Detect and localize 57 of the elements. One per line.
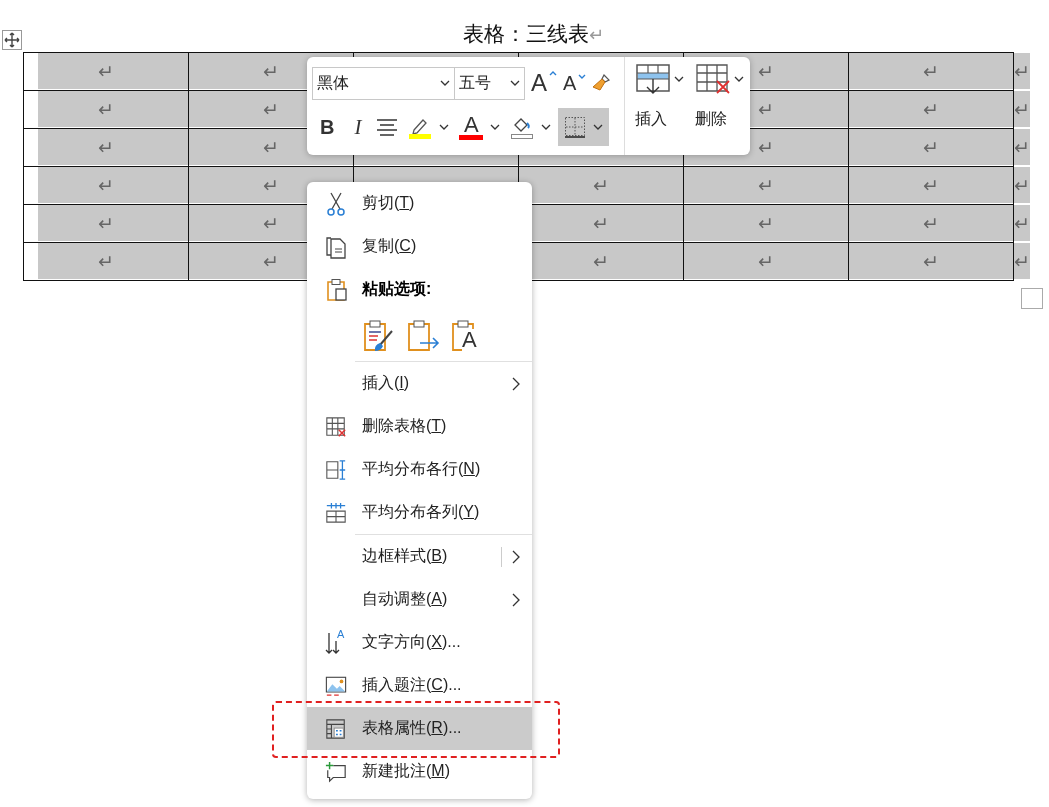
paste-keep-formatting-icon[interactable] (362, 319, 396, 353)
shrink-font-button[interactable]: A (559, 71, 587, 95)
caret-down-icon (578, 73, 587, 79)
menu-item[interactable]: 平均分布各行(N) (307, 448, 532, 491)
table-cell: ↵ (23, 166, 189, 205)
menu-item[interactable]: 插入(I) (307, 362, 532, 405)
table-cell: ↵ (23, 242, 189, 281)
insert-button[interactable]: 插入 (635, 63, 685, 155)
table-cell: ↵ (23, 52, 189, 91)
font-name-dropdown[interactable]: 黑体 (312, 66, 455, 100)
table-cell: ↵ (683, 204, 849, 243)
font-color-button[interactable]: A (456, 108, 504, 146)
table-cell: ↵ (848, 242, 1014, 281)
copy-icon (325, 234, 347, 259)
paste-merge-icon[interactable] (406, 319, 440, 353)
caret-icon (490, 124, 501, 130)
chevron-down-icon (510, 80, 520, 86)
table-cell: ↵ (518, 166, 684, 205)
table-cell: ↵ (848, 204, 1014, 243)
align-icon (376, 118, 399, 136)
caret-up-icon (549, 71, 557, 76)
distribute-rows-icon (325, 457, 347, 482)
menu-item[interactable]: A 文字方向(X)... (307, 621, 532, 664)
caret-icon (541, 124, 552, 130)
table-cell: ↵ (23, 90, 189, 129)
chevron-down-icon (440, 80, 450, 86)
paste-options-heading: 粘贴选项: (362, 279, 432, 299)
menu-item[interactable]: 新建批注(M) (307, 750, 532, 793)
table-cell: ↵ (848, 128, 1014, 167)
font-size-dropdown[interactable]: 五号 (454, 66, 525, 100)
borders-icon (564, 116, 587, 138)
scissors-icon (325, 191, 347, 216)
table-cell: ↵ (683, 242, 849, 281)
menu-item[interactable]: 边框样式(B) (307, 535, 532, 578)
new-comment-icon (325, 759, 347, 784)
menu-item[interactable]: 自动调整(A) (307, 578, 532, 621)
document-title: 表格：三线表↵ (462, 21, 605, 47)
table-properties-icon (325, 716, 347, 741)
clipboard-icon (326, 277, 348, 302)
grow-font-button[interactable]: A (527, 69, 557, 97)
table-cell: ↵ (23, 204, 189, 243)
table-cell: ↵ (23, 128, 189, 167)
table-resize-handle[interactable] (1021, 288, 1043, 309)
table-cell: ↵ (848, 90, 1014, 129)
table-cell: ↵ (848, 166, 1014, 205)
menu-item[interactable]: 删除表格(T) (307, 405, 532, 448)
table-move-handle-icon[interactable] (2, 30, 22, 50)
borders-button[interactable] (558, 108, 610, 146)
table-cell: ↵ (848, 52, 1014, 91)
caret-icon (439, 124, 450, 130)
table-cell: ↵ (683, 166, 849, 205)
menu-item[interactable]: 表格属性(R)... (307, 707, 532, 750)
delete-table-icon (325, 414, 347, 439)
menu-item[interactable]: 插入题注(C)... (307, 664, 532, 707)
caret-icon (593, 124, 604, 130)
distribute-columns-icon (325, 500, 347, 525)
menu-item[interactable]: 平均分布各列(Y) (307, 491, 532, 534)
